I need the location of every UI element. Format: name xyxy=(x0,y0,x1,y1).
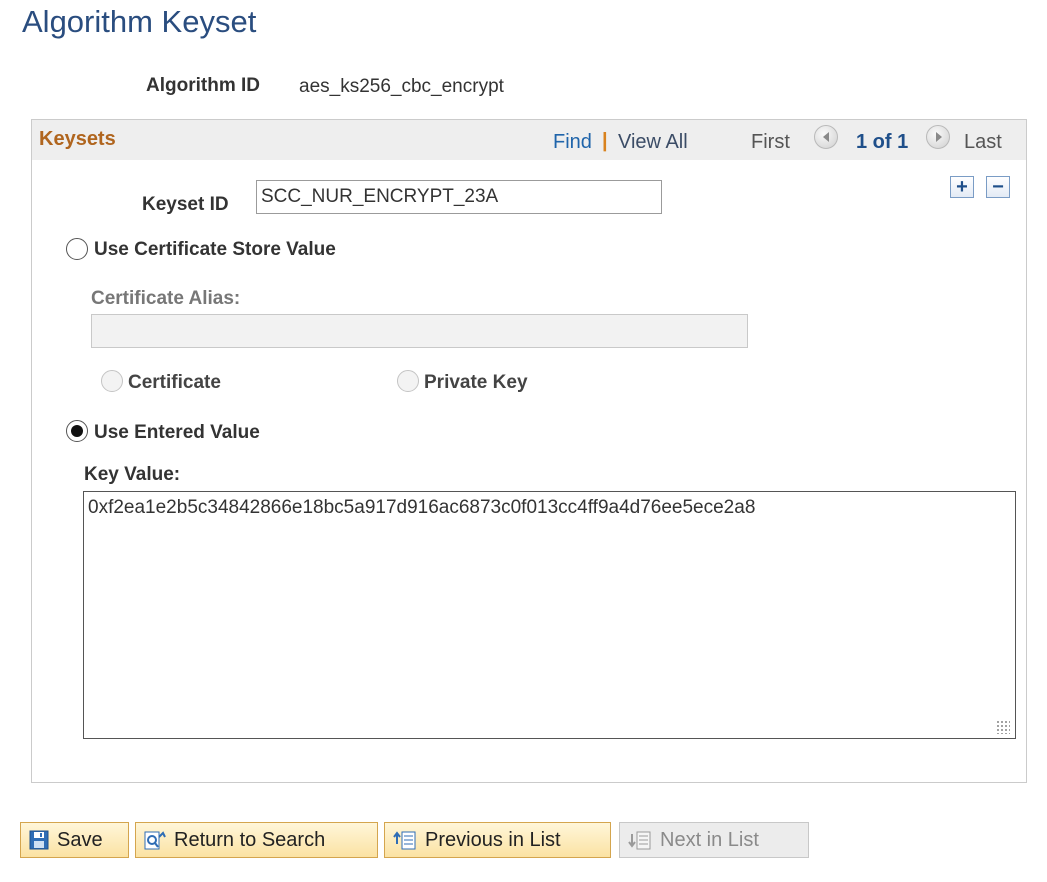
prev-arrow-icon[interactable] xyxy=(814,125,838,149)
add-row-button[interactable]: + xyxy=(950,176,974,198)
keysets-group-box: Keysets Find | View All First 1 of 1 Las… xyxy=(31,119,1027,783)
keysets-title: Keysets xyxy=(39,128,116,150)
keyset-id-input[interactable] xyxy=(256,180,662,214)
key-value-textarea[interactable]: 0xf2ea1e2b5c34842866e18bc5a917d916ac6873… xyxy=(83,491,1016,739)
return-to-search-icon xyxy=(144,830,166,850)
save-icon xyxy=(29,830,49,850)
private-key-radio xyxy=(397,370,419,392)
keyset-id-label: Keyset ID xyxy=(142,194,229,215)
resize-grip-icon[interactable] xyxy=(996,720,1010,734)
key-value-label: Key Value: xyxy=(84,464,181,485)
previous-in-list-label: Previous in List xyxy=(425,828,561,851)
find-link[interactable]: Find xyxy=(553,131,592,154)
return-to-search-button[interactable]: Return to Search xyxy=(135,822,378,858)
certificate-label: Certificate xyxy=(128,372,221,393)
selected-dot xyxy=(71,425,83,437)
certificate-alias-input xyxy=(91,314,748,348)
next-arrow-icon[interactable] xyxy=(926,125,950,149)
certificate-alias-label: Certificate Alias: xyxy=(91,288,241,309)
keysets-header: Keysets Find | View All First 1 of 1 Las… xyxy=(32,120,1026,160)
use-entered-value-radio[interactable] xyxy=(66,420,88,442)
algorithm-id-label: Algorithm ID xyxy=(146,75,260,96)
next-in-list-icon xyxy=(628,830,652,850)
next-in-list-label: Next in List xyxy=(660,828,759,851)
algorithm-id-value: aes_ks256_cbc_encrypt xyxy=(299,76,504,97)
row-count: 1 of 1 xyxy=(856,131,909,153)
use-certificate-store-label: Use Certificate Store Value xyxy=(94,239,336,260)
page-title: Algorithm Keyset xyxy=(22,4,257,39)
next-in-list-button: Next in List xyxy=(619,822,809,858)
previous-in-list-icon xyxy=(393,830,417,850)
certificate-radio xyxy=(101,370,123,392)
last-link[interactable]: Last xyxy=(964,131,1002,154)
delete-row-button[interactable]: − xyxy=(986,176,1010,198)
previous-in-list-button[interactable]: Previous in List xyxy=(384,822,611,858)
private-key-label: Private Key xyxy=(424,372,528,393)
use-entered-value-label: Use Entered Value xyxy=(94,422,260,443)
view-all-link[interactable]: View All xyxy=(618,131,688,154)
save-label: Save xyxy=(57,828,103,851)
save-button[interactable]: Save xyxy=(20,822,129,858)
use-certificate-store-radio[interactable] xyxy=(66,238,88,260)
nav-separator: | xyxy=(602,130,608,152)
return-to-search-label: Return to Search xyxy=(174,828,326,851)
first-link[interactable]: First xyxy=(751,131,790,154)
